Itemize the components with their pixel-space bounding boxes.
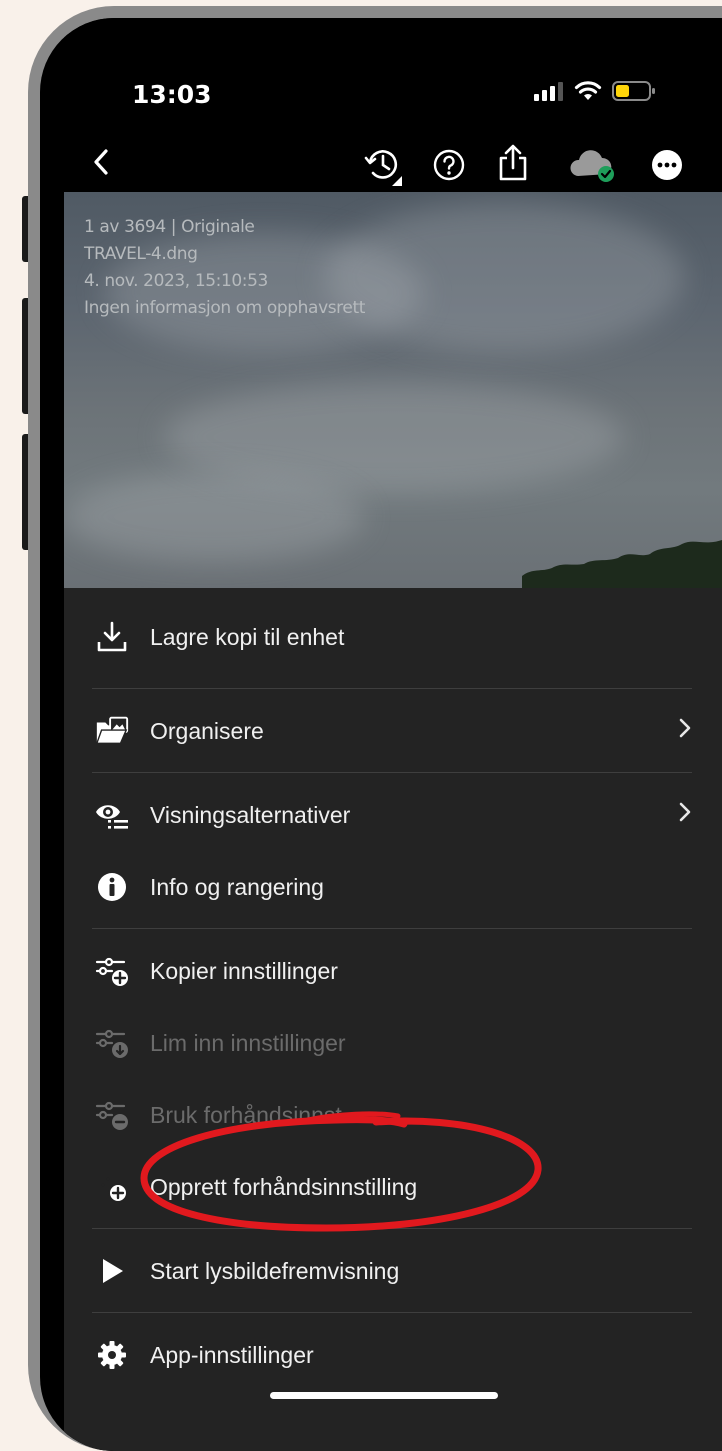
signal-icon (534, 82, 563, 101)
phone-bezel: 13:03 1 av 3694 | Originale TRAVEL-4.dng… (40, 18, 722, 1451)
play-icon (94, 1253, 130, 1289)
divider (92, 928, 692, 929)
menu-item-label: Lagre kopi til enhet (150, 623, 345, 650)
menu-item-create-preset[interactable]: Opprett forhåndsinnstilling (64, 1152, 722, 1222)
download-icon (94, 619, 130, 655)
chevron-right-icon (678, 801, 692, 829)
photo-filename: TRAVEL-4.dng (84, 244, 198, 264)
status-icons (534, 80, 656, 102)
options-menu: Lagre kopi til enhet Organisere Visnings… (64, 588, 722, 1451)
menu-item-label: Lim inn innstillinger (150, 1029, 346, 1056)
gear-icon (94, 1337, 130, 1373)
cloud-shape (324, 202, 684, 352)
photo-metadata: 1 av 3694 | Originale TRAVEL-4.dng 4. no… (84, 214, 365, 322)
back-icon[interactable] (92, 148, 110, 176)
folder-image-icon (94, 713, 130, 749)
menu-item-save-copy[interactable]: Lagre kopi til enhet (64, 602, 722, 672)
menu-item-label: App-innstillinger (150, 1341, 314, 1368)
cloud-synced-icon[interactable] (570, 146, 618, 184)
paste-settings-icon (94, 1025, 130, 1061)
battery-icon (612, 81, 655, 101)
trees-silhouette (522, 540, 722, 588)
screen: 13:03 1 av 3694 | Originale TRAVEL-4.dng… (64, 18, 722, 1451)
create-preset-icon (94, 1169, 130, 1205)
menu-item-label: Info og rangering (150, 873, 324, 900)
menu-item-label: Kopier innstillinger (150, 957, 338, 984)
history-icon[interactable] (362, 144, 406, 188)
help-icon[interactable] (432, 148, 466, 182)
status-time: 13:03 (132, 80, 212, 109)
copy-settings-icon (94, 953, 130, 989)
more-icon[interactable] (650, 148, 684, 182)
photo-date: 4. nov. 2023, 15:10:53 (84, 271, 268, 291)
photo-preview[interactable]: 1 av 3694 | Originale TRAVEL-4.dng 4. no… (64, 192, 722, 588)
divider (92, 688, 692, 689)
info-icon (94, 869, 130, 905)
apply-preset-icon (94, 1097, 130, 1133)
share-icon[interactable] (496, 142, 530, 182)
menu-item-label: Start lysbildefremvisning (150, 1257, 400, 1284)
menu-item-copy-settings[interactable]: Kopier innstillinger (64, 936, 722, 1006)
view-options-icon (94, 797, 130, 833)
wifi-icon (574, 81, 602, 100)
menu-item-apply-preset[interactable]: Bruk forhåndsinnst. (64, 1080, 722, 1150)
divider (92, 772, 692, 773)
menu-item-label: Opprett forhåndsinnstilling (150, 1173, 418, 1200)
menu-item-app-settings[interactable]: App-innstillinger (64, 1320, 722, 1390)
photo-copyright: Ingen informasjon om opphavsrett (84, 298, 365, 318)
menu-item-view-options[interactable]: Visningsalternativer (64, 780, 722, 850)
menu-item-label: Organisere (150, 717, 264, 744)
menu-item-organize[interactable]: Organisere (64, 696, 722, 766)
divider (92, 1312, 692, 1313)
menu-item-info-rating[interactable]: Info og rangering (64, 852, 722, 922)
photo-position: 1 av 3694 | Originale (84, 217, 255, 237)
home-indicator[interactable] (270, 1392, 498, 1399)
top-toolbar (64, 136, 722, 192)
menu-item-label: Bruk forhåndsinnst. (150, 1101, 349, 1128)
divider (92, 1228, 692, 1229)
menu-item-slideshow[interactable]: Start lysbildefremvisning (64, 1236, 722, 1306)
menu-item-label: Visningsalternativer (150, 801, 351, 828)
cloud-shape (64, 472, 364, 562)
chevron-right-icon (678, 717, 692, 745)
menu-item-paste-settings[interactable]: Lim inn innstillinger (64, 1008, 722, 1078)
